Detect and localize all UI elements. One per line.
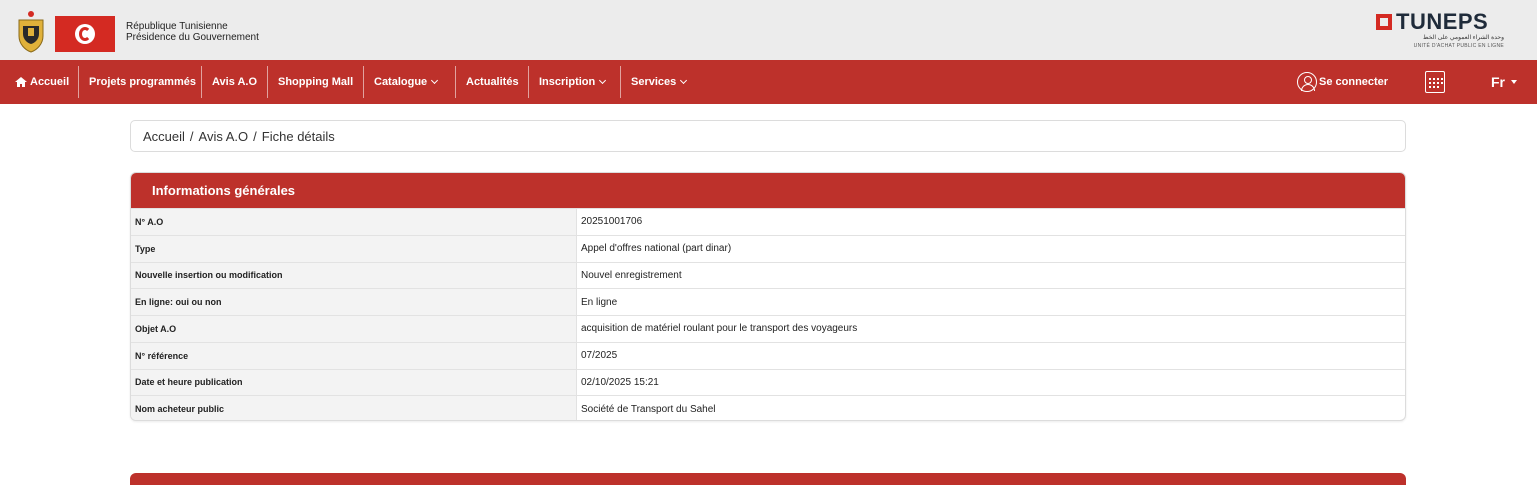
nav-label: Projets programmés bbox=[89, 76, 196, 88]
nav-item-catalogue[interactable]: Catalogue bbox=[374, 60, 439, 104]
chevron-down-icon bbox=[599, 76, 607, 85]
nav-divider bbox=[267, 66, 268, 98]
row-label: Nom acheteur public bbox=[131, 396, 577, 420]
table-row: Nom acheteur public Société de Transport… bbox=[131, 395, 1405, 420]
nav-label: Avis A.O bbox=[212, 76, 258, 88]
row-value: 07/2025 bbox=[581, 350, 618, 362]
login-label: Se connecter bbox=[1319, 76, 1389, 88]
row-label: Type bbox=[131, 235, 577, 262]
nav-divider bbox=[78, 66, 79, 98]
row-value: 20251001706 bbox=[581, 216, 643, 228]
nav-divider bbox=[528, 66, 529, 98]
card-title: Informations générales bbox=[131, 173, 1405, 208]
nav-item-services[interactable]: Services bbox=[631, 60, 688, 104]
table-row: N° A.O 20251001706 bbox=[131, 208, 1405, 235]
row-value: Société de Transport du Sahel bbox=[581, 403, 716, 415]
row-value: Appel d'offres national (part dinar) bbox=[581, 243, 732, 255]
nav-divider bbox=[455, 66, 456, 98]
chevron-down-icon bbox=[680, 76, 688, 85]
breadcrumb-separator: / bbox=[189, 128, 194, 144]
table-row: Nouvelle insertion ou modification Nouve… bbox=[131, 261, 1405, 289]
table-row: Objet A.O acquisition de matériel roulan… bbox=[131, 315, 1405, 342]
row-value: acquisition de matériel roulant pour le … bbox=[581, 323, 858, 335]
row-label: Nouvelle insertion ou modification bbox=[131, 262, 577, 289]
row-value: En ligne bbox=[581, 296, 618, 308]
nav-item-avis[interactable]: Avis A.O bbox=[212, 60, 257, 104]
nav-label: Actualités bbox=[466, 76, 519, 88]
nav-label: Services bbox=[631, 76, 677, 88]
table-row: Type Appel d'offres national (part dinar… bbox=[131, 234, 1405, 262]
government-title: République Tunisienne Présidence du Gouv… bbox=[126, 21, 259, 43]
gov-line-1: République Tunisienne bbox=[126, 21, 228, 32]
caret-down-icon bbox=[1511, 80, 1517, 84]
coat-of-arms-icon bbox=[18, 11, 44, 53]
gov-line-2: Présidence du Gouvernement bbox=[126, 32, 259, 43]
nav-divider bbox=[620, 66, 621, 98]
breadcrumb-item-current: Fiche détails bbox=[261, 128, 335, 144]
table-row: En ligne: oui ou non En ligne bbox=[131, 288, 1405, 315]
nav-label: Accueil bbox=[30, 76, 70, 88]
row-value: 02/10/2025 15:21 bbox=[581, 376, 659, 388]
row-label: N° A.O bbox=[131, 209, 577, 235]
logo-subtitle: UNITÉ D'ACHAT PUBLIC EN LIGNE bbox=[1413, 43, 1504, 49]
tuneps-mark-icon bbox=[1376, 14, 1392, 30]
nav-item-actualites[interactable]: Actualités bbox=[466, 60, 519, 104]
calendar-icon[interactable] bbox=[1425, 71, 1445, 93]
logo-arabic: وحدة الشراء العمومي على الخط bbox=[1422, 35, 1504, 41]
next-card-header bbox=[130, 473, 1406, 485]
row-label: N° référence bbox=[131, 342, 577, 369]
home-icon bbox=[15, 77, 27, 87]
language-select[interactable]: Fr bbox=[1491, 60, 1517, 104]
nav-item-inscription[interactable]: Inscription bbox=[539, 60, 607, 104]
nav-divider bbox=[201, 66, 202, 98]
row-label: Objet A.O bbox=[131, 316, 577, 342]
tunisia-flag-icon bbox=[55, 16, 115, 52]
nav-label: Catalogue bbox=[374, 76, 428, 88]
nav-item-accueil[interactable]: Accueil bbox=[15, 60, 69, 104]
nav-item-shopping[interactable]: Shopping Mall bbox=[278, 60, 353, 104]
table-row: Date et heure publication 02/10/2025 15:… bbox=[131, 368, 1405, 396]
row-label: Date et heure publication bbox=[131, 369, 577, 396]
nav-divider bbox=[363, 66, 364, 98]
general-info-card: Informations générales N° A.O 2025100170… bbox=[130, 172, 1406, 421]
top-header: République Tunisienne Présidence du Gouv… bbox=[0, 0, 1537, 60]
tuneps-logo[interactable]: TUNEPS وحدة الشراء العمومي على الخط UNIT… bbox=[1376, 9, 1506, 51]
language-label: Fr bbox=[1491, 74, 1505, 90]
user-icon bbox=[1297, 72, 1317, 92]
breadcrumb-separator: / bbox=[253, 128, 257, 144]
breadcrumb-item-accueil[interactable]: Accueil bbox=[143, 129, 185, 144]
nav-label: Shopping Mall bbox=[278, 76, 354, 88]
chevron-down-icon bbox=[431, 76, 439, 85]
nav-item-projets[interactable]: Projets programmés bbox=[89, 60, 196, 104]
login-button[interactable]: Se connecter bbox=[1297, 60, 1388, 104]
row-value: Nouvel enregistrement bbox=[581, 269, 682, 281]
main-nav: Accueil Projets programmés Avis A.O Shop… bbox=[0, 60, 1537, 104]
table-row: N° référence 07/2025 bbox=[131, 341, 1405, 369]
logo-word: TUNEPS bbox=[1396, 9, 1489, 34]
breadcrumb-item-avis[interactable]: Avis A.O bbox=[199, 129, 249, 144]
breadcrumb: Accueil / Avis A.O / Fiche détails bbox=[130, 120, 1406, 152]
nav-label: Inscription bbox=[539, 76, 596, 88]
row-label: En ligne: oui ou non bbox=[131, 289, 577, 315]
